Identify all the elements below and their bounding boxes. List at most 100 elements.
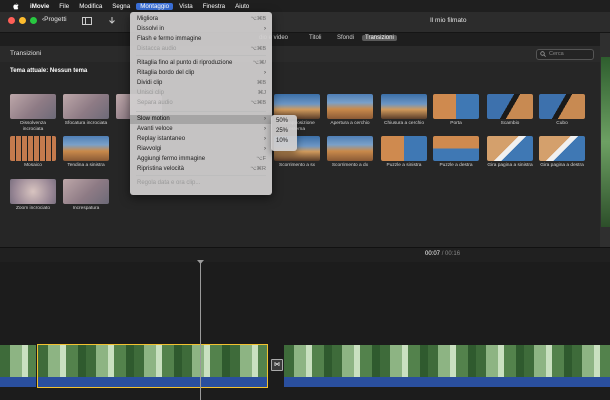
transition-tile[interactable]: Zoom incrociato	[10, 179, 56, 217]
search-input[interactable]: Cerca	[536, 49, 594, 60]
chevron-right-icon: ›	[264, 116, 266, 122]
menu-item[interactable]: Dividi clip ⌘B	[130, 79, 272, 88]
transition-thumbnail	[327, 136, 373, 161]
transition-caption: Gira pagina a destra	[540, 163, 584, 168]
current-theme-label: Tema attuale: Nessun tema	[10, 68, 88, 74]
chevron-right-icon: ›	[264, 26, 266, 32]
transition-caption: Increspatura	[72, 206, 100, 211]
menu-item[interactable]: Avanti veloce ›	[130, 125, 272, 134]
transition-tile[interactable]: Tendina a sinistra	[63, 136, 109, 174]
speed-option[interactable]: 10%	[276, 138, 288, 144]
transition-tile[interactable]: Dissolvenza incrociata	[10, 94, 56, 132]
menu-item[interactable]: Riavvolgi ›	[130, 145, 272, 154]
chevron-right-icon: ›	[264, 146, 266, 152]
transition-thumbnail	[327, 94, 373, 119]
transition-tile[interactable]: Puzzle a destra	[433, 136, 479, 174]
tab-sfondi[interactable]: Sfondi	[334, 35, 357, 41]
menu-shortcut: ⌥⌘R	[250, 166, 266, 172]
close-window-button[interactable]	[8, 17, 15, 24]
timeline-clip[interactable]	[0, 345, 36, 387]
transition-tile[interactable]: Mosaico	[10, 136, 56, 174]
menu-item-label: Aggiungi fermo immagine	[137, 156, 206, 162]
minimize-window-button[interactable]	[19, 17, 26, 24]
menu-item[interactable]: Ripristina velocità ⌥⌘R	[130, 165, 272, 174]
menu-item[interactable]: Migliora ⌥⌘B	[130, 15, 272, 24]
menu-shortcut: ⌥⌘B	[250, 100, 266, 106]
menu-item-label: Distacca audio	[137, 46, 177, 52]
menu-item-label: Avanti veloce	[137, 126, 173, 132]
menu-modifica[interactable]: Modifica	[79, 3, 102, 10]
zoom-window-button[interactable]	[30, 17, 37, 24]
transition-caption: Tendina a sinistra	[67, 163, 105, 168]
menu-item[interactable]: Flash e fermo immagine	[130, 35, 272, 44]
transition-tile[interactable]: Chiusura a cerchio	[381, 94, 427, 132]
transition-tile[interactable]: Apertura a cerchio	[327, 94, 373, 132]
menu-imovie[interactable]: iMovie	[30, 3, 49, 10]
transition-tile[interactable]: Gira pagina a sinistra	[487, 136, 533, 174]
playhead[interactable]	[200, 262, 201, 400]
window-title: Il mio filmato	[430, 17, 467, 24]
menu-montaggio[interactable]: Montaggio	[136, 2, 174, 10]
apple-icon[interactable]	[12, 2, 20, 10]
speed-option[interactable]: 25%	[276, 128, 288, 134]
menu-item[interactable]: Slow motion ›	[130, 115, 272, 124]
menu-aiuto[interactable]: Aiuto	[235, 3, 249, 10]
menu-item[interactable]: Dissolvi in ›	[130, 25, 272, 34]
transition-tile[interactable]: Gira pagina a destra	[539, 136, 585, 174]
menu-item-label: Ritaglia fino al punto di riproduzione	[137, 60, 233, 66]
menu-divider	[136, 55, 266, 56]
transition-caption: Gira pagina a sinistra	[487, 163, 533, 168]
tab-titoli[interactable]: Titoli	[306, 35, 324, 41]
chevron-right-icon: ›	[264, 126, 266, 132]
viewer-edge	[600, 33, 610, 253]
menu-shortcut: ⌥F	[256, 156, 266, 162]
transition-caption: Scorrimento a dx	[331, 163, 369, 168]
transition-tile[interactable]: Sfocatura incrociata	[63, 94, 109, 132]
transition-thumbnail	[10, 179, 56, 204]
transition-tile[interactable]: Scambio	[487, 94, 533, 132]
menu-finestra[interactable]: Finestra	[203, 3, 225, 10]
transition-caption: Scambio	[500, 121, 520, 126]
current-time: 00:07	[425, 251, 441, 257]
back-to-projects-button[interactable]: ‹Progetti	[42, 16, 67, 23]
timecode: 00:07 / 00:16	[425, 251, 460, 257]
browser-tabs: dio e video Titoli Sfondi Transizioni	[0, 33, 600, 45]
menu-divider	[136, 175, 266, 176]
transition-tile[interactable]: Increspatura	[63, 179, 109, 217]
media-import-icon[interactable]	[82, 17, 92, 25]
transition-tile[interactable]: Scorrimento a dx	[327, 136, 373, 174]
transition-tile[interactable]: Cubo	[539, 94, 585, 132]
menu-item: Regola data e ora clip...	[130, 179, 272, 188]
menu-item-label: Dividi clip	[137, 80, 163, 86]
time-separator: /	[441, 251, 444, 257]
transition-caption: Zoom incrociato	[15, 206, 51, 211]
menu-item: Unisci clip ⌘J	[130, 89, 272, 98]
download-arrow-icon[interactable]	[107, 17, 117, 25]
transition-caption: Apertura a cerchio	[330, 121, 370, 126]
speed-option[interactable]: 50%	[276, 118, 288, 124]
montaggio-menu: Migliora ⌥⌘B Dissolvi in › Flash e fermo imm…	[130, 12, 272, 195]
menu-item-label: Dissolvi in	[137, 26, 165, 32]
menu-item: Distacca audio ⌥⌘B	[130, 45, 272, 54]
menu-item[interactable]: Ritaglia bordo del clip ›	[130, 69, 272, 78]
menu-item[interactable]: Aggiungi fermo immagine ⌥F	[130, 155, 272, 164]
timeline-header: 00:07 / 00:16	[0, 247, 610, 262]
timeline-clip-selected[interactable]	[37, 344, 268, 388]
transition-tile[interactable]: Porta	[433, 94, 479, 132]
transition-tile[interactable]: Puzzle a sinistra	[381, 136, 427, 174]
transition-marker-icon[interactable]: ⋈	[271, 359, 283, 371]
menu-item[interactable]: Ritaglia fino al punto di riproduzione ⌥⌘…	[130, 59, 272, 68]
transition-thumbnail	[381, 94, 427, 119]
timeline-clip[interactable]	[284, 345, 610, 387]
tab-transizioni[interactable]: Transizioni	[362, 35, 397, 41]
menu-file[interactable]: File	[59, 3, 69, 10]
menu-item[interactable]: Replay istantaneo ›	[130, 135, 272, 144]
search-placeholder: Cerca	[549, 51, 564, 57]
transition-caption: Puzzle a destra	[439, 163, 473, 168]
transition-caption: Sfocatura incrociata	[64, 121, 108, 126]
menu-segna[interactable]: Segna	[112, 3, 130, 10]
menu-vista[interactable]: Vista	[179, 3, 193, 10]
menu-item-label: Riavvolgi	[137, 146, 162, 152]
transition-caption: Porta	[450, 121, 462, 126]
transition-thumbnail	[487, 136, 533, 161]
